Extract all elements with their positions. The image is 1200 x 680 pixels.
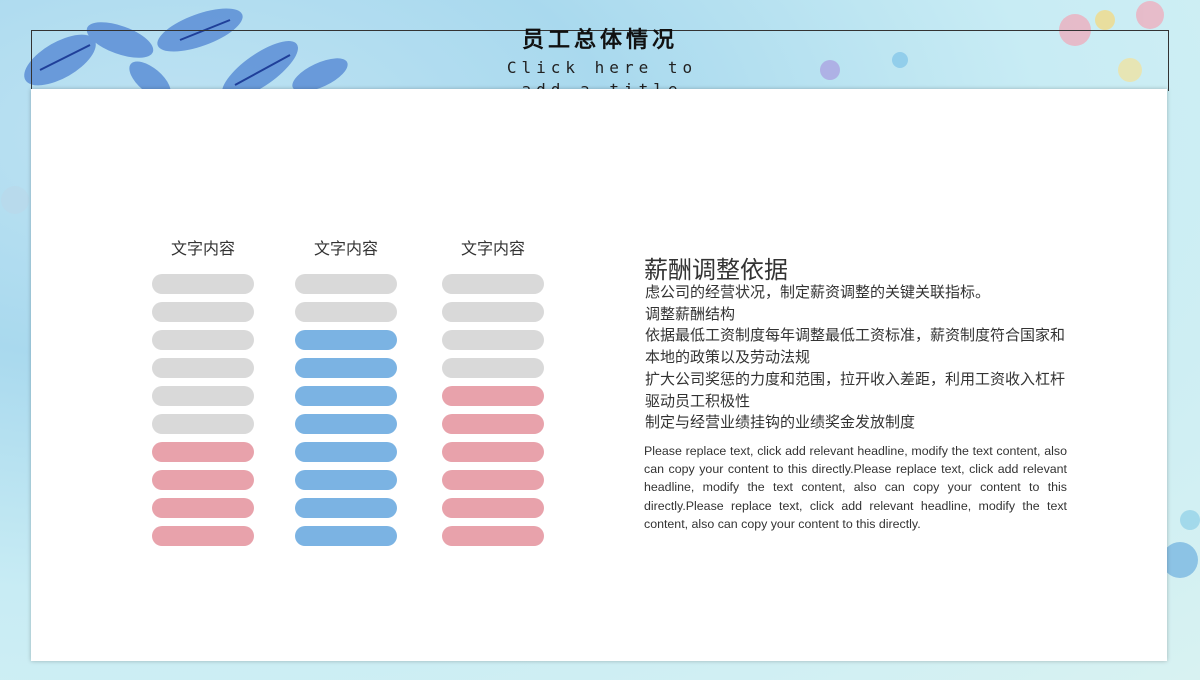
text-line: 驱动员工积极性 bbox=[645, 392, 751, 410]
pill-blue bbox=[295, 414, 397, 434]
pill-gray bbox=[152, 302, 254, 322]
pill-pink bbox=[442, 526, 544, 546]
pill-gray bbox=[152, 274, 254, 294]
pill-gray bbox=[295, 302, 397, 322]
column-label[interactable]: 文字内容 bbox=[148, 235, 258, 259]
pill-pink bbox=[442, 442, 544, 462]
section-heading[interactable]: 薪酬调整依据 bbox=[644, 250, 788, 285]
pill-blue bbox=[295, 498, 397, 518]
pill-pink bbox=[442, 414, 544, 434]
text-line: 扩大公司奖惩的力度和范围，拉开收入差距，利用工资收入杠杆 bbox=[645, 370, 1066, 388]
column-label[interactable]: 文字内容 bbox=[438, 235, 548, 259]
page-title[interactable]: 员工总体情况 bbox=[0, 22, 1200, 54]
pill-blue bbox=[295, 330, 397, 350]
pill-pink bbox=[152, 442, 254, 462]
pill-pink bbox=[152, 526, 254, 546]
pill-gray bbox=[152, 386, 254, 406]
pill-pink bbox=[442, 386, 544, 406]
text-line: 调整薪酬结构 bbox=[645, 305, 736, 323]
pill-gray bbox=[442, 358, 544, 378]
pill-pink bbox=[442, 498, 544, 518]
text-line: 本地的政策以及劳动法规 bbox=[645, 349, 811, 367]
text-line: 制定与经营业绩挂钩的业绩奖金发放制度 bbox=[645, 414, 916, 432]
pill-gray bbox=[442, 274, 544, 294]
pill-gray bbox=[442, 302, 544, 322]
pill-blue bbox=[295, 470, 397, 490]
pill-pink bbox=[442, 470, 544, 490]
pill-blue bbox=[295, 442, 397, 462]
pill-gray bbox=[152, 358, 254, 378]
pill-gray bbox=[442, 330, 544, 350]
chinese-bullet-text[interactable]: 虑公司的经营状况，制定薪资调整的关键关联指标。 调整薪酬结构 依据最低工资制度每… bbox=[645, 282, 1085, 434]
pill-gray bbox=[152, 330, 254, 350]
pill-blue bbox=[295, 526, 397, 546]
pill-blue bbox=[295, 358, 397, 378]
pill-pink bbox=[152, 470, 254, 490]
column-label[interactable]: 文字内容 bbox=[291, 235, 401, 259]
pill-blue bbox=[295, 386, 397, 406]
pill-gray bbox=[295, 274, 397, 294]
text-line: 虑公司的经营状况，制定薪资调整的关键关联指标。 bbox=[645, 284, 991, 301]
english-body-text[interactable]: Please replace text, click add relevant … bbox=[644, 442, 1067, 533]
text-line: 依据最低工资制度每年调整最低工资标准，薪资制度符合国家和 bbox=[645, 327, 1066, 345]
pill-pink bbox=[152, 498, 254, 518]
pill-gray bbox=[152, 414, 254, 434]
